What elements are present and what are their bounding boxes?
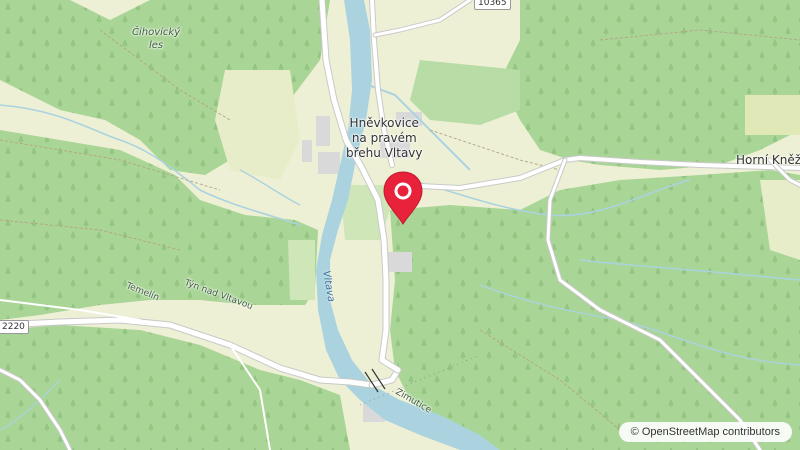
map-attribution[interactable]: © OpenStreetMap contributors xyxy=(618,422,792,442)
town-label: Hněvkovice na pravém břehu Vltavy xyxy=(346,116,423,160)
village-label-horni-knez: Horní Kněž xyxy=(736,153,800,167)
map-view[interactable]: Hněvkovice na pravém břehu Vltavy Horní … xyxy=(0,0,800,450)
road-ref-10365: 10365 xyxy=(474,0,511,10)
forest-label: Čihovický les xyxy=(132,27,181,51)
road-ref-2220: 2220 xyxy=(0,320,29,334)
map-pin-icon[interactable] xyxy=(380,170,426,226)
